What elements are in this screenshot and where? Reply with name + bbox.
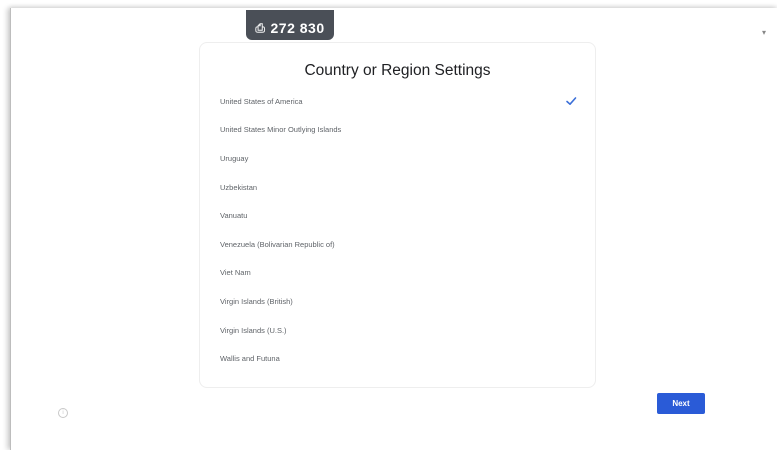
list-item[interactable]: Vanuatu xyxy=(220,201,577,230)
next-button[interactable]: Next xyxy=(657,393,705,414)
list-item-label: Virgin Islands (British) xyxy=(220,296,293,306)
list-item-label: Virgin Islands (U.S.) xyxy=(220,325,287,335)
list-item[interactable]: Viet Nam xyxy=(220,259,577,288)
list-item[interactable]: Virgin Islands (U.S.) xyxy=(220,316,577,345)
country-region-card: Country or Region Settings United States… xyxy=(199,42,596,388)
list-item[interactable]: Virgin Islands (British) xyxy=(220,287,577,316)
list-item-label: Wallis and Futuna xyxy=(220,354,280,364)
list-item-label: Venezuela (Bolivarian Republic of) xyxy=(220,239,335,249)
list-item[interactable]: Venezuela (Bolivarian Republic of) xyxy=(220,230,577,259)
list-item-label: Uzbekistan xyxy=(220,182,258,192)
check-icon xyxy=(566,97,577,106)
device-icon: ⎙ xyxy=(255,21,266,35)
country-list: United States of America United States M… xyxy=(220,87,577,373)
list-item[interactable]: United States of America xyxy=(220,87,577,116)
list-item-label: United States of America xyxy=(220,96,303,106)
device-id-text: 272 830 xyxy=(270,20,325,36)
info-icon[interactable]: i xyxy=(58,408,68,418)
list-item[interactable]: Uruguay xyxy=(220,144,577,173)
list-item[interactable]: United States Minor Outlying Islands xyxy=(220,116,577,145)
list-item-label: Uruguay xyxy=(220,153,249,163)
list-item[interactable]: Wallis and Futuna xyxy=(220,344,577,373)
device-id-badge: ⎙ 272 830 xyxy=(246,10,334,40)
list-item-label: Vanuatu xyxy=(220,211,248,221)
list-item-label: United States Minor Outlying Islands xyxy=(220,125,342,135)
list-item-label: Viet Nam xyxy=(220,268,251,278)
page-title: Country or Region Settings xyxy=(304,62,491,79)
list-item[interactable]: Uzbekistan xyxy=(220,173,577,202)
caret-down-icon: ▾ xyxy=(762,28,767,37)
